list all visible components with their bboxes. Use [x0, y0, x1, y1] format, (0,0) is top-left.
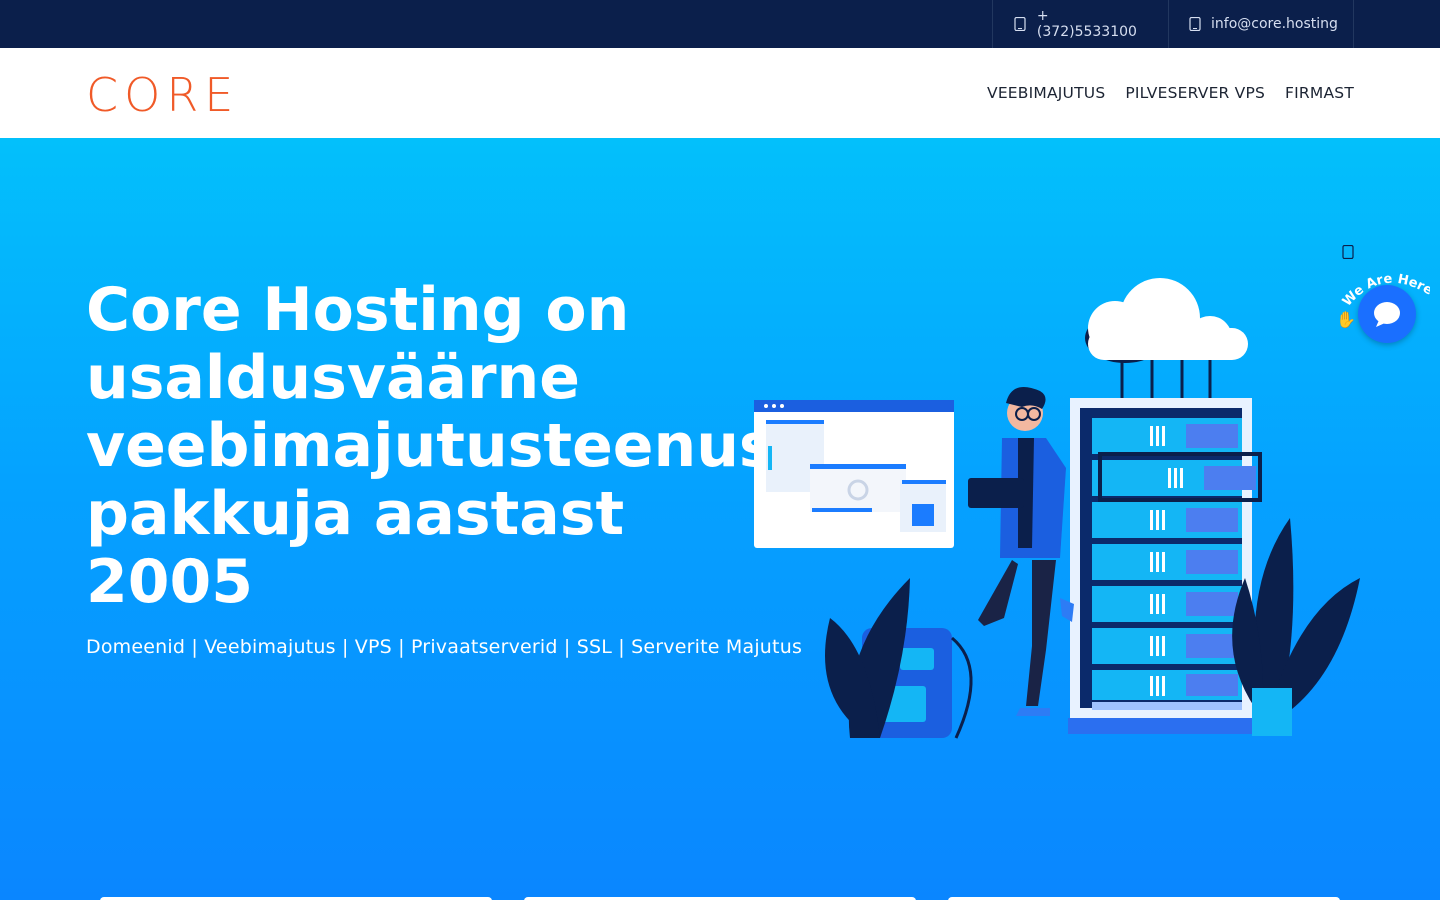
cloud-icon [1085, 278, 1248, 408]
hero-title-line: pakkuja aastast [86, 479, 625, 549]
close-icon[interactable] [1340, 243, 1356, 261]
email-address: info@core.hosting [1211, 16, 1338, 32]
top-contact-bar: +(372)5533100 info@core.hosting [0, 0, 1440, 48]
phone-number: +(372)5533100 [1036, 8, 1137, 40]
email-contact[interactable]: info@core.hosting [1168, 0, 1354, 48]
main-nav: VEEBIMAJUTUS PILVESERVER VPS FIRMAST [987, 48, 1354, 138]
hero-title: Core Hosting on usaldusväärne veebimajut… [86, 276, 846, 616]
hero-title-line: usaldusväärne [86, 343, 580, 413]
person-with-laptop [968, 387, 1074, 716]
hosting-illustration [754, 278, 1360, 739]
chat-bubble-icon[interactable] [1358, 285, 1416, 343]
nav-veebimajutus[interactable]: VEEBIMAJUTUS [987, 84, 1105, 102]
site-header: CORE VEEBIMAJUTUS PILVESERVER VPS FIRMAS… [0, 48, 1440, 138]
envelope-icon [1189, 17, 1201, 31]
hero-subtitle: Domeenid | Veebimajutus | VPS | Privaats… [86, 636, 803, 658]
hero-title-line: Core Hosting on [86, 275, 630, 345]
browser-window-graphic [754, 400, 954, 548]
waving-hand-icon: ✋ [1336, 310, 1356, 329]
hero-title-line: 2005 [86, 547, 253, 617]
phone-icon [1013, 17, 1027, 31]
plant-pot [1252, 688, 1292, 736]
nav-pilveserver-vps[interactable]: PILVESERVER VPS [1125, 84, 1265, 102]
hero-title-line: veebimajutusteenuse [86, 411, 816, 481]
hero-section: Core Hosting on usaldusväärne veebimajut… [0, 138, 1440, 900]
server-rack [1068, 398, 1262, 734]
phone-contact[interactable]: +(372)5533100 [992, 0, 1168, 48]
nav-firmast[interactable]: FIRMAST [1285, 84, 1354, 102]
core-logo[interactable]: CORE [86, 70, 239, 120]
